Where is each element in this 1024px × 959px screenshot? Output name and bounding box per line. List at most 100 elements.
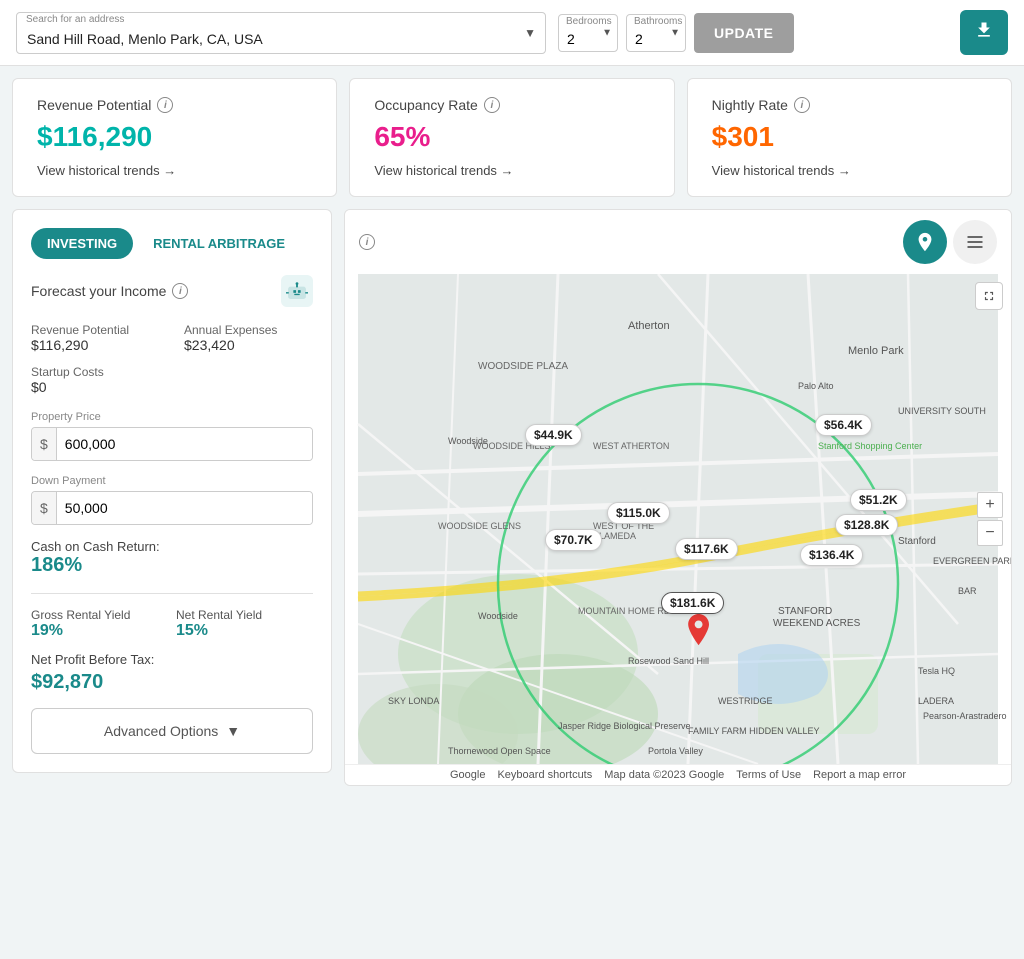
expand-map-button[interactable] xyxy=(975,282,1003,310)
bathrooms-label: Bathrooms xyxy=(634,16,682,27)
net-yield-value: 15% xyxy=(176,622,313,640)
list-icon xyxy=(965,232,985,252)
nightly-value: $301 xyxy=(712,121,987,153)
svg-text:FAMILY FARM HIDDEN VALLEY: FAMILY FARM HIDDEN VALLEY xyxy=(688,726,820,736)
map-footer: Google Keyboard shortcuts Map data ©2023… xyxy=(345,764,1011,785)
property-price-input[interactable] xyxy=(57,428,312,460)
revenue-historical-link[interactable]: View historical trends → xyxy=(37,163,312,178)
svg-text:SKY LONDA: SKY LONDA xyxy=(388,696,439,706)
expand-icon xyxy=(982,289,996,303)
coc-value: 186% xyxy=(31,554,313,577)
occupancy-title: Occupancy Rate i xyxy=(374,97,649,113)
svg-text:Stanford Shopping Center: Stanford Shopping Center xyxy=(818,441,922,451)
map-header: i xyxy=(345,210,1011,274)
revenue-potential-card: Revenue Potential i $116,290 View histor… xyxy=(12,78,337,197)
occupancy-rate-card: Occupancy Rate i 65% View historical tre… xyxy=(349,78,674,197)
map-info-icon[interactable]: i xyxy=(359,234,375,250)
map-report[interactable]: Report a map error xyxy=(813,769,906,781)
price-label-1[interactable]: $44.9K xyxy=(525,424,582,446)
occupancy-historical-link[interactable]: View historical trends → xyxy=(374,163,649,178)
svg-text:LADERA: LADERA xyxy=(918,696,954,706)
revenue-potential-stat: Revenue Potential $116,290 xyxy=(31,323,160,353)
nightly-historical-link[interactable]: View historical trends → xyxy=(712,163,987,178)
robot-icon[interactable] xyxy=(281,275,313,307)
search-container: Search for an address ▼ xyxy=(16,12,546,54)
bedrooms-arrow-icon: ▼ xyxy=(602,27,612,38)
price-label-6[interactable]: $128.8K xyxy=(835,514,898,536)
occupancy-info-icon[interactable]: i xyxy=(484,97,500,113)
investing-tab[interactable]: INVESTING xyxy=(31,228,133,259)
download-button[interactable] xyxy=(960,10,1008,55)
bathrooms-arrow-icon: ▼ xyxy=(670,27,680,38)
forecast-header: Forecast your Income i xyxy=(31,275,313,307)
map-pin-button[interactable] xyxy=(903,220,947,264)
gross-yield-section: Gross Rental Yield 19% xyxy=(31,608,168,640)
search-label: Search for an address xyxy=(26,14,124,25)
svg-text:Woodside: Woodside xyxy=(448,436,488,446)
price-label-4[interactable]: $70.7K xyxy=(545,529,602,551)
svg-text:Atherton: Atherton xyxy=(628,320,670,332)
down-payment-input-wrapper: $ xyxy=(31,491,313,525)
map-container[interactable]: Atherton Menlo Park WOODSIDE PLAZA WOODS… xyxy=(345,274,1011,764)
property-price-label: Property Price xyxy=(31,411,313,423)
rental-arbitrage-tab[interactable]: RENTAL ARBITRAGE xyxy=(137,228,301,259)
svg-text:Portola Valley: Portola Valley xyxy=(648,746,703,756)
property-price-input-wrapper: $ xyxy=(31,427,313,461)
svg-text:WEST ATHERTON: WEST ATHERTON xyxy=(593,441,669,451)
zoom-in-button[interactable]: + xyxy=(977,492,1003,518)
price-label-7[interactable]: $117.6K xyxy=(675,538,738,560)
svg-text:Stanford: Stanford xyxy=(898,536,936,547)
annual-expenses-stat: Annual Expenses $23,420 xyxy=(184,323,313,353)
net-profit-section: Net Profit Before Tax: $92,870 xyxy=(31,652,313,694)
nightly-title: Nightly Rate i xyxy=(712,97,987,113)
nightly-info-icon[interactable]: i xyxy=(794,97,810,113)
svg-text:EVERGREEN PARK: EVERGREEN PARK xyxy=(933,556,1011,566)
revenue-title: Revenue Potential i xyxy=(37,97,312,113)
divider xyxy=(31,593,313,594)
svg-text:Tesla HQ: Tesla HQ xyxy=(918,666,955,676)
down-payment-prefix: $ xyxy=(32,492,57,524)
occupancy-value: 65% xyxy=(374,121,649,153)
invest-card: INVESTING RENTAL ARBITRAGE Forecast your… xyxy=(12,209,332,773)
search-dropdown-arrow-icon[interactable]: ▼ xyxy=(524,26,536,40)
property-price-prefix: $ xyxy=(32,428,57,460)
price-label-2[interactable]: $56.4K xyxy=(815,414,872,436)
bedrooms-group: Bedrooms 2134 ▼ xyxy=(558,14,618,52)
bathrooms-group: Bathrooms 2134 ▼ xyxy=(626,14,686,52)
yield-grid: Gross Rental Yield 19% Net Rental Yield … xyxy=(31,608,313,640)
svg-text:BAR: BAR xyxy=(958,586,977,596)
metrics-row: Revenue Potential i $116,290 View histor… xyxy=(12,78,1012,197)
svg-text:MOUNTAIN HOME RD: MOUNTAIN HOME RD xyxy=(578,606,671,616)
price-label-5[interactable]: $51.2K xyxy=(850,489,907,511)
map-controls xyxy=(903,220,997,264)
down-payment-group: Down Payment $ xyxy=(31,475,313,525)
svg-text:Pearson-Arastradero: Pearson-Arastradero xyxy=(923,711,1007,721)
price-label-main[interactable]: $181.6K xyxy=(661,592,724,614)
gross-yield-value: 19% xyxy=(31,622,168,640)
header: Search for an address ▼ Bedrooms 2134 ▼ … xyxy=(0,0,1024,66)
advanced-options-button[interactable]: Advanced Options ▼ xyxy=(31,708,313,754)
down-payment-input[interactable] xyxy=(57,492,312,524)
zoom-out-button[interactable]: − xyxy=(977,520,1003,546)
price-label-3[interactable]: $115.0K xyxy=(607,502,670,524)
map-list-button[interactable] xyxy=(953,220,997,264)
price-label-8[interactable]: $136.4K xyxy=(800,544,863,566)
coc-section: Cash on Cash Return: 186% xyxy=(31,539,313,577)
map-google-label: Google xyxy=(450,769,485,781)
svg-text:WEEKEND ACRES: WEEKEND ACRES xyxy=(773,618,861,629)
map-terms[interactable]: Terms of Use xyxy=(736,769,801,781)
svg-text:STANFORD: STANFORD xyxy=(778,606,832,617)
tab-buttons: INVESTING RENTAL ARBITRAGE xyxy=(31,228,313,259)
svg-text:UNIVERSITY SOUTH: UNIVERSITY SOUTH xyxy=(898,406,986,416)
svg-text:Woodside: Woodside xyxy=(478,611,518,621)
forecast-title: Forecast your Income i xyxy=(31,283,188,299)
map-shortcuts[interactable]: Keyboard shortcuts xyxy=(497,769,592,781)
advanced-arrow-icon: ▼ xyxy=(226,723,240,739)
left-panel: INVESTING RENTAL ARBITRAGE Forecast your… xyxy=(12,209,332,786)
stats-grid: Revenue Potential $116,290 Annual Expens… xyxy=(31,323,313,395)
controls: Bedrooms 2134 ▼ Bathrooms 2134 ▼ UPDATE xyxy=(558,13,794,53)
update-button[interactable]: UPDATE xyxy=(694,13,794,53)
svg-text:WESTRIDGE: WESTRIDGE xyxy=(718,696,773,706)
forecast-info-icon[interactable]: i xyxy=(172,283,188,299)
revenue-info-icon[interactable]: i xyxy=(157,97,173,113)
